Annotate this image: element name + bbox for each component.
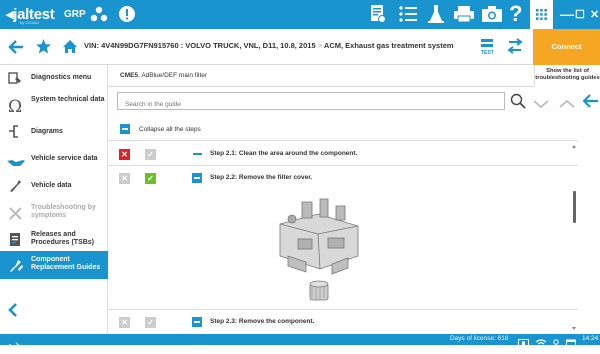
steps-list: ✕ ✓ Step 2.1: Clean the area around the …	[108, 142, 578, 334]
license-days: Days of license: 618	[450, 335, 509, 342]
flask-icon[interactable]	[427, 4, 445, 29]
grid-icon[interactable]	[530, 0, 553, 29]
search-icon[interactable]	[510, 93, 526, 114]
guide-title: CME5, AdBlue/DEF main filter	[120, 72, 208, 79]
sidebar-item-label: Troubleshooting by symptoms	[31, 204, 96, 219]
usb-icon	[8, 336, 20, 354]
top-bar: ◂jaltest by COJALI GRP ? — ☐ ✕	[0, 0, 600, 29]
guide-title-bar: CME5, AdBlue/DEF main filter	[108, 65, 534, 87]
collapse-all-checkbox[interactable]	[120, 124, 130, 134]
sidebar-item-diagrams[interactable]: Diagrams	[0, 119, 108, 146]
ok-button[interactable]: ✓	[145, 173, 156, 184]
report-icon[interactable]	[370, 4, 386, 29]
calendar-icon	[566, 335, 576, 353]
diagnostics-icon	[8, 71, 22, 90]
sidebar-item-releases-procedures[interactable]: Releases and Procedures (TSBs)	[0, 227, 108, 254]
back-arrow-icon[interactable]	[8, 39, 24, 60]
collapse-all-row[interactable]: Collapse all the steps	[108, 117, 578, 141]
search-row	[108, 87, 600, 117]
nav-bar: VIN: 4V4N99DG7FN915760 : VOLVO TRUCK, VN…	[0, 29, 600, 65]
search-input[interactable]	[118, 96, 504, 113]
group-icon[interactable]	[90, 6, 108, 28]
fail-button[interactable]: ✕	[119, 149, 130, 160]
sidebar-item-diagnostics-menu[interactable]: Diagnostics menu	[0, 65, 108, 92]
vin-text: VIN: 4V4N99DG7FN915760 : VOLVO TRUCK, VN…	[84, 41, 316, 50]
step-label: Step 2.2: Remove the filter cover.	[210, 174, 313, 181]
svg-text:TEST: TEST	[481, 50, 494, 56]
step-row[interactable]: ✕ ✓ Step 2.1: Clean the area around the …	[108, 142, 578, 166]
close-button[interactable]: ✕	[590, 8, 599, 21]
sidebar-item-troubleshooting-by-symptoms: Troubleshooting by symptoms	[0, 200, 108, 227]
sidebar-item-component-replacement-guides[interactable]: Component Replacement Guides	[0, 251, 108, 279]
alert-icon[interactable]	[118, 5, 136, 28]
camera-icon[interactable]	[481, 4, 503, 29]
sidebar-item-label: Vehicle data	[31, 182, 72, 189]
home-icon[interactable]	[62, 39, 78, 59]
list-icon[interactable]	[398, 4, 418, 29]
connection-icon[interactable]	[507, 38, 523, 61]
collapse-dash-icon[interactable]	[193, 153, 202, 155]
chevron-down-icon[interactable]	[533, 96, 549, 114]
minimize-button[interactable]: —	[560, 6, 574, 22]
search-field[interactable]	[117, 92, 505, 113]
step-row[interactable]: ✕ ✓ Step 2.2: Remove the filter cover.	[108, 166, 578, 190]
system-text: ACM, Exhaust gas treatment system	[323, 41, 454, 50]
fail-button[interactable]: ✕	[119, 173, 130, 184]
sidebar-collapse-icon[interactable]	[8, 303, 18, 322]
maximize-button[interactable]: ☐	[575, 8, 585, 21]
logo-subtitle: by COJALI	[20, 20, 40, 25]
sidebar-item-vehicle-data[interactable]: Vehicle data	[0, 173, 108, 200]
wrench-icon	[8, 178, 23, 198]
vehicle-breadcrumb: VIN: 4V4N99DG7FN915760 : VOLVO TRUCK, VN…	[84, 41, 454, 50]
sidebar-item-system-technical-data[interactable]: Ω System technical data	[0, 92, 108, 119]
collapse-step-checkbox[interactable]	[192, 173, 202, 183]
mode-label: GRP	[64, 9, 86, 20]
sidebar: Diagnostics menu Ω System technical data…	[0, 65, 108, 334]
step-row[interactable]: ✕ ✓ Step 2.3: Remove the component.	[108, 309, 578, 333]
chevron-up-icon[interactable]	[559, 96, 575, 114]
battery-icon	[518, 335, 530, 353]
tools-icon	[8, 206, 23, 226]
scrollbar-thumb[interactable]	[573, 191, 576, 223]
ok-button[interactable]: ✓	[145, 149, 156, 160]
show-troubleshooting-list-button[interactable]: Show the list of troubleshooting guides	[534, 65, 600, 87]
filter-cover-illustration	[279, 198, 359, 301]
main-panel: CME5, AdBlue/DEF main filter Show the li…	[108, 65, 600, 334]
omega-icon: Ω	[8, 97, 23, 117]
replacement-icon	[8, 257, 24, 278]
arrow-left-icon[interactable]	[582, 94, 599, 113]
sidebar-item-label: Diagrams	[31, 128, 63, 135]
wifi-icon	[535, 335, 547, 353]
document-icon	[8, 232, 22, 253]
sidebar-item-label: Vehicle service data	[31, 155, 98, 162]
sidebar-item-vehicle-service-data[interactable]: Vehicle service data	[0, 146, 108, 173]
breadcrumb-separator: >	[317, 41, 323, 50]
step-label: Step 2.3: Remove the component.	[210, 318, 315, 325]
collapse-all-label: Collapse all the steps	[139, 126, 201, 133]
clock-time: 14:24	[582, 335, 599, 342]
sidebar-item-label: Releases and Procedures (TSBs)	[31, 231, 95, 246]
ok-button[interactable]: ✓	[145, 317, 156, 328]
test-tool-icon[interactable]: TEST	[480, 37, 494, 62]
signal-icon	[551, 335, 561, 353]
sidebar-item-label: Diagnostics menu	[31, 74, 92, 81]
printer-icon[interactable]	[453, 4, 475, 29]
oil-can-icon	[6, 154, 26, 172]
collapse-step-checkbox[interactable]	[192, 317, 202, 327]
steps-scrollbar[interactable]	[570, 142, 578, 334]
sidebar-item-label: System technical data	[31, 96, 105, 103]
connect-button[interactable]: Connect	[533, 29, 600, 65]
favorite-star-icon[interactable]	[35, 38, 52, 60]
help-icon[interactable]: ?	[509, 1, 522, 27]
fail-button[interactable]: ✕	[119, 317, 130, 328]
status-bar: Days of license: 618 14:24	[0, 334, 600, 349]
diagram-icon	[8, 124, 23, 144]
sidebar-item-label: Component Replacement Guides	[31, 256, 101, 271]
step-label: Step 2.1: Clean the area around the comp…	[210, 150, 358, 157]
